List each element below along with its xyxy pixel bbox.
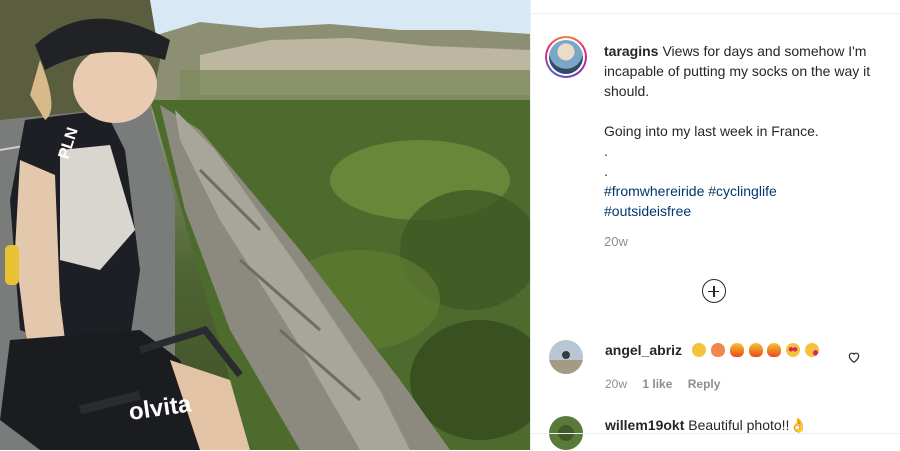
post-photo[interactable]: PLN olvita [0,0,530,450]
peach-icon [710,343,725,357]
comment-timestamp[interactable]: 20w [605,377,627,391]
astonished-face-icon [691,343,706,357]
panel-divider [531,13,900,14]
fire-icon [729,343,744,357]
comment-username[interactable]: willem19okt [605,417,684,433]
caption-line-2 [604,101,889,121]
hashtag-link[interactable]: #fromwhereiride [604,183,704,199]
comment-text: angel_abriz [605,342,820,358]
caption-text: taragins Views for days and somehow I'm i… [604,41,889,221]
fire-icon [748,343,763,357]
hashtag-link[interactable]: #outsideisfree [604,203,691,219]
comment-meta: 20w 1 like Reply [605,377,732,391]
author-username[interactable]: taragins [604,43,658,59]
caption-line-5: . [604,163,608,179]
load-more-comments-button[interactable] [702,279,726,303]
comment-username[interactable]: angel_abriz [605,342,682,358]
caption-line-1: taragins Views for days and somehow I'm i… [604,43,871,99]
like-heart-icon[interactable] [847,350,861,364]
photo-scene: PLN olvita [0,0,530,450]
hashtag-line-2: #outsideisfree [604,201,889,221]
kissing-heart-icon [805,343,820,357]
comment-likes[interactable]: 1 like [642,377,672,391]
heart-eyes-icon [786,343,801,357]
post-side-panel: taragins Views for days and somehow I'm i… [530,0,900,450]
caption-line-4: . [604,143,608,159]
commenter-avatar[interactable] [549,340,583,374]
comment-text: willem19okt Beautiful photo!!👌 [605,417,807,434]
comment-body: Beautiful photo!!👌 [688,417,807,433]
author-avatar[interactable] [545,36,587,78]
post-timestamp[interactable]: 20w [604,234,628,249]
hashtag-link[interactable]: #cyclinglife [708,183,776,199]
reply-button[interactable]: Reply [688,377,721,391]
avatar-photo [549,40,583,74]
fire-icon [767,343,782,357]
caption-line-3: Going into my last week in France. [604,123,819,139]
action-bar [531,433,900,451]
hashtag-line-1: #fromwhereiride #cyclinglife [604,181,889,201]
